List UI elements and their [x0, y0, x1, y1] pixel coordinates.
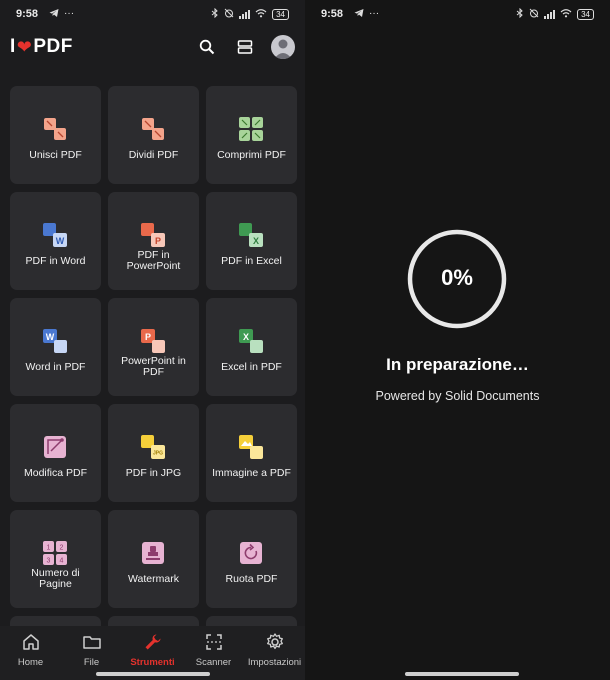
search-button[interactable]: [195, 35, 219, 59]
user-icon: [274, 39, 292, 59]
signal-icon: [544, 9, 556, 19]
tool-label: PowerPoint in PDF: [121, 355, 186, 378]
tool-tile-image-to-pdf[interactable]: Immagine a PDF: [206, 404, 297, 502]
alarm-off-icon: [529, 8, 539, 21]
tool-tile-edit-pdf[interactable]: Modifica PDF: [10, 404, 101, 502]
svg-text:4: 4: [60, 558, 64, 565]
app-bar: I ❤ PDF: [0, 28, 305, 66]
folder-icon: [82, 636, 101, 649]
nav-settings[interactable]: Impostazioni: [244, 626, 305, 680]
gesture-bar: [96, 672, 210, 676]
tool-label: PDF in Excel: [221, 255, 282, 267]
gear-icon: [266, 633, 283, 650]
scanner-icon: [205, 634, 222, 650]
status-bar: 9:58 ··· 34: [305, 0, 610, 28]
tools-screen: 9:58 ··· 34 I ❤ PDF Unisci PDF Dividi PD…: [0, 0, 305, 680]
tool-label: Immagine a PDF: [212, 467, 291, 479]
svg-text:X: X: [253, 236, 259, 246]
bluetooth-icon: [211, 7, 219, 21]
watermark-icon: [142, 542, 164, 564]
telegram-icon: [49, 8, 59, 21]
tool-tile-split[interactable]: Dividi PDF: [108, 86, 199, 184]
tool-label: Unisci PDF: [29, 149, 82, 161]
progress-percent: 0%: [441, 265, 473, 290]
tool-label: PDF in JPG: [125, 467, 182, 479]
svg-text:JPG: JPG: [153, 451, 163, 457]
ilovepdf-logo: I ❤ PDF: [10, 36, 73, 57]
tool-label: Word in PDF: [25, 361, 86, 373]
tool-tile-pdf-to-excel[interactable]: X PDF in Excel: [206, 192, 297, 290]
wifi-icon: [255, 8, 267, 21]
svg-text:P: P: [145, 332, 151, 342]
tool-tile-pdf-to-powerpoint[interactable]: P PDF in PowerPoint: [108, 192, 199, 290]
tool-label: Modifica PDF: [23, 467, 87, 479]
tool-tile-page-numbers[interactable]: 1 2 3 4 Numero di Pagine: [10, 510, 101, 608]
battery-indicator: 34: [272, 8, 289, 20]
split-icon: [142, 118, 164, 140]
tool-tile-pdf-to-word[interactable]: W PDF in Word: [10, 192, 101, 290]
tool-label: Comprimi PDF: [217, 149, 286, 161]
pdf-to-jpg-icon: JPG: [141, 435, 165, 459]
status-time: 9:58: [16, 8, 39, 20]
svg-text:X: X: [243, 332, 249, 342]
tool-tile-word-to-pdf[interactable]: W Word in PDF: [10, 298, 101, 396]
tool-label: Excel in PDF: [221, 361, 282, 373]
page-numbers-icon: 1 2 3 4: [43, 541, 67, 565]
progress-ring: 0%: [406, 228, 508, 330]
alarm-off-icon: [224, 8, 234, 21]
excel-to-pdf-icon: X: [239, 329, 263, 353]
tool-label: Dividi PDF: [128, 149, 179, 161]
list-view-icon: [237, 40, 253, 54]
tool-tile-watermark[interactable]: Watermark: [108, 510, 199, 608]
svg-text:1: 1: [47, 545, 51, 552]
bluetooth-icon: [516, 7, 524, 21]
edit-pdf-icon: [44, 436, 66, 458]
telegram-icon: [354, 8, 364, 21]
rotate-pdf-icon: [240, 542, 262, 564]
preparing-screen: 9:58 ··· 34 0% In preparazione… Powered: [305, 0, 610, 680]
powerpoint-to-pdf-icon: P: [141, 329, 165, 353]
search-icon: [199, 39, 215, 55]
wifi-icon: [560, 8, 572, 21]
tool-tile-compress[interactable]: Comprimi PDF: [206, 86, 297, 184]
status-time: 9:58: [321, 8, 344, 20]
status-bar: 9:58 ··· 34: [0, 0, 305, 28]
wrench-icon: [145, 634, 160, 650]
tool-tile-excel-to-pdf[interactable]: X Excel in PDF: [206, 298, 297, 396]
tool-label: PDF in PowerPoint: [126, 249, 181, 272]
tool-tile-pdf-to-jpg[interactable]: JPG PDF in JPG: [108, 404, 199, 502]
tool-tile-powerpoint-to-pdf[interactable]: P PowerPoint in PDF: [108, 298, 199, 396]
nav-home[interactable]: Home: [0, 626, 61, 680]
powered-by-text: Powered by Solid Documents: [375, 389, 540, 403]
tool-tile-merge[interactable]: Unisci PDF: [10, 86, 101, 184]
svg-text:3: 3: [47, 558, 51, 565]
word-to-pdf-icon: W: [43, 329, 67, 353]
tool-tile-rotate-pdf[interactable]: Ruota PDF: [206, 510, 297, 608]
svg-text:W: W: [56, 236, 65, 246]
svg-text:2: 2: [60, 545, 64, 552]
more-notifications-icon: ···: [64, 8, 75, 19]
signal-icon: [239, 9, 251, 19]
home-icon: [22, 634, 39, 650]
merge-icon: [44, 118, 66, 140]
view-toggle-button[interactable]: [233, 35, 257, 59]
preparing-title: In preparazione…: [386, 355, 529, 374]
compress-icon: [239, 117, 263, 141]
svg-text:W: W: [46, 332, 55, 342]
pdf-to-word-icon: W: [43, 223, 67, 247]
tool-label: Numero di Pagine: [31, 567, 80, 590]
image-to-pdf-icon: [239, 435, 263, 459]
more-notifications-icon: ···: [369, 8, 380, 19]
heart-icon: ❤: [16, 36, 33, 57]
pdf-to-excel-icon: X: [239, 223, 263, 247]
avatar[interactable]: [271, 35, 295, 59]
pdf-to-powerpoint-icon: P: [141, 223, 165, 247]
tool-label: Ruota PDF: [225, 573, 278, 585]
tool-label: Watermark: [128, 573, 179, 585]
battery-indicator: 34: [577, 8, 594, 20]
gesture-bar: [405, 672, 519, 676]
svg-text:P: P: [155, 236, 161, 246]
tool-label: PDF in Word: [25, 255, 86, 267]
